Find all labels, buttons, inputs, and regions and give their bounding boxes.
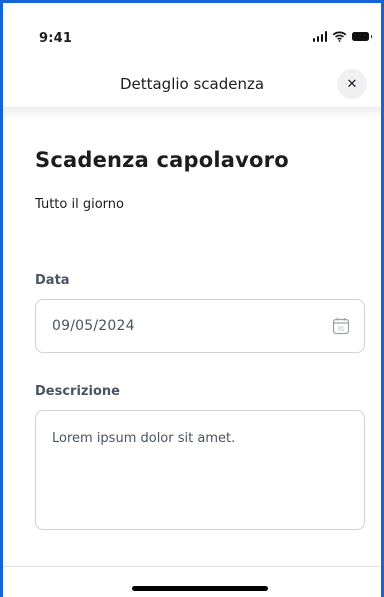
date-label: Data — [35, 273, 70, 288]
status-bar: 9:41 — [3, 3, 381, 61]
close-button[interactable]: ✕ — [337, 69, 367, 99]
page-title: Scadenza capolavoro — [35, 148, 289, 172]
description-label: Descrizione — [35, 384, 120, 399]
date-field[interactable]: 09/05/2024 31 — [35, 299, 365, 353]
calendar-icon[interactable]: 31 — [332, 317, 350, 335]
device-frame: 9:41 Dettaglio scadenza ✕ Scadenza capol… — [0, 0, 384, 597]
date-value: 09/05/2024 — [52, 318, 135, 334]
description-value: Lorem ipsum dolor sit amet. — [52, 431, 236, 446]
header-title: Dettaglio scadenza — [119, 75, 265, 93]
status-time: 9:41 — [39, 31, 73, 46]
cellular-signal-icon — [312, 31, 327, 42]
home-indicator[interactable] — [132, 586, 268, 591]
footer-divider — [3, 566, 381, 567]
close-icon: ✕ — [346, 76, 358, 92]
modal-header: Dettaglio scadenza ✕ — [3, 61, 381, 107]
calendar-day-glyph: 31 — [338, 327, 345, 333]
status-icons — [312, 31, 372, 42]
wifi-icon — [332, 31, 347, 42]
battery-icon — [352, 32, 372, 41]
all-day-label: Tutto il giorno — [35, 197, 124, 212]
header-shadow — [3, 107, 381, 121]
description-field[interactable]: Lorem ipsum dolor sit amet. — [35, 410, 365, 530]
